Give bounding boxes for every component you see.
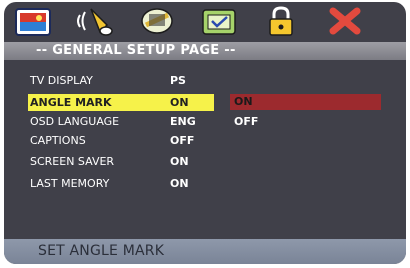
- page-header: -- GENERAL SETUP PAGE --: [4, 42, 406, 60]
- help-text: SET ANGLE MARK: [38, 243, 165, 259]
- menu-item-value: PS: [170, 74, 186, 87]
- menu-item-value: ENG: [170, 115, 196, 128]
- preference-icon[interactable]: [200, 5, 238, 37]
- menu-item-label: TV DISPLAY: [30, 74, 93, 87]
- menu-item-value: ON: [170, 177, 189, 190]
- option-label: ON: [234, 95, 253, 108]
- video-setup-icon[interactable]: [138, 5, 176, 37]
- menu-item-value: OFF: [170, 134, 195, 147]
- menu-item-screen-saver[interactable]: SCREEN SAVER ON: [28, 153, 214, 170]
- menu-item-value: ON: [170, 96, 189, 109]
- password-lock-icon[interactable]: [262, 5, 300, 37]
- option-on[interactable]: ON: [230, 94, 381, 110]
- help-bar: SET ANGLE MARK: [4, 239, 406, 264]
- general-setup-icon[interactable]: [14, 5, 52, 37]
- menu-item-label: OSD LANGUAGE: [30, 115, 120, 128]
- menu-item-tv-display[interactable]: TV DISPLAY PS: [28, 72, 214, 89]
- page-title: -- GENERAL SETUP PAGE --: [36, 43, 236, 58]
- menu-item-value: ON: [170, 155, 189, 168]
- menu-item-label: LAST MEMORY: [30, 177, 110, 190]
- menu-item-captions[interactable]: CAPTIONS OFF: [28, 132, 214, 149]
- menu-item-angle-mark[interactable]: ANGLE MARK ON: [28, 94, 214, 111]
- option-label: OFF: [234, 115, 259, 128]
- audio-setup-icon[interactable]: [76, 5, 114, 37]
- menu-item-label: ANGLE MARK: [30, 96, 112, 109]
- menu-item-last-memory[interactable]: LAST MEMORY ON: [28, 175, 214, 192]
- exit-icon[interactable]: [326, 5, 364, 37]
- menu-item-label: SCREEN SAVER: [30, 155, 115, 168]
- menu-item-label: CAPTIONS: [30, 134, 86, 147]
- dvd-setup-screen: -- GENERAL SETUP PAGE -- TV DISPLAY PS A…: [4, 2, 406, 264]
- menu-item-osd-language[interactable]: OSD LANGUAGE ENG: [28, 113, 214, 130]
- icon-toolbar: [4, 2, 406, 42]
- option-off[interactable]: OFF: [230, 114, 381, 130]
